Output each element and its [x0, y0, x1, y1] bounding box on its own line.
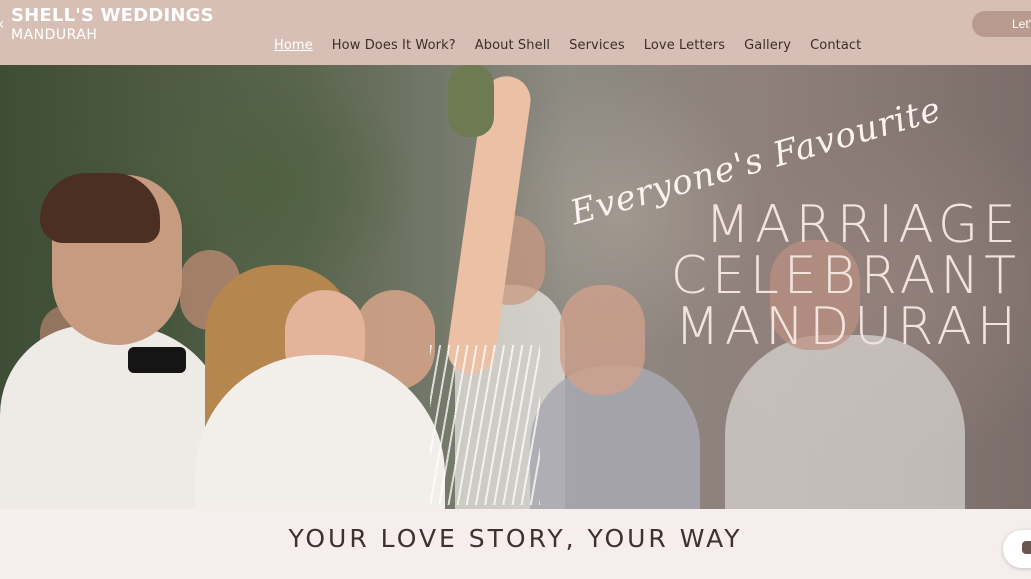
guest-figure	[560, 285, 645, 395]
headline-line: CELEBRANT	[670, 245, 1021, 306]
brand-name: SHELL'S WEDDINGS	[11, 5, 214, 26]
brand-subtitle: MANDURAH	[11, 27, 98, 43]
main-nav: Home How Does It Work? About Shell Servi…	[274, 38, 880, 53]
bouquet	[448, 65, 494, 137]
chevron-left-icon[interactable]: ‹	[0, 14, 4, 33]
nav-about-shell[interactable]: About Shell	[475, 38, 550, 53]
cta-button[interactable]: Let'	[972, 11, 1031, 37]
headline-line: MARRIAGE	[705, 195, 1021, 255]
nav-love-letters[interactable]: Love Letters	[644, 38, 725, 53]
guest-figure	[725, 335, 965, 509]
nav-home[interactable]: Home	[274, 38, 313, 53]
section-title: YOUR LOVE STORY, YOUR WAY	[288, 524, 743, 553]
nav-contact[interactable]: Contact	[810, 38, 861, 53]
brand-logo[interactable]: SHELL'S WEDDINGS MANDURAH	[11, 5, 214, 43]
bowtie	[128, 347, 186, 373]
dress-fringe	[430, 345, 540, 505]
headline-line: MANDURAH	[674, 296, 1021, 357]
chat-icon	[1022, 541, 1031, 554]
hero-banner: Everyone's Favourite MARRIAGE CELEBRANT …	[0, 65, 1031, 509]
nav-gallery[interactable]: Gallery	[744, 38, 791, 53]
nav-how-does-it-work[interactable]: How Does It Work?	[332, 38, 456, 53]
site-header: ‹ SHELL'S WEDDINGS MANDURAH Home How Doe…	[0, 0, 1031, 65]
nav-services[interactable]: Services	[569, 38, 625, 53]
groom-figure	[40, 173, 160, 243]
chat-button[interactable]	[1003, 530, 1031, 568]
hero-headline: MARRIAGE CELEBRANT MANDURAH	[670, 195, 1021, 357]
